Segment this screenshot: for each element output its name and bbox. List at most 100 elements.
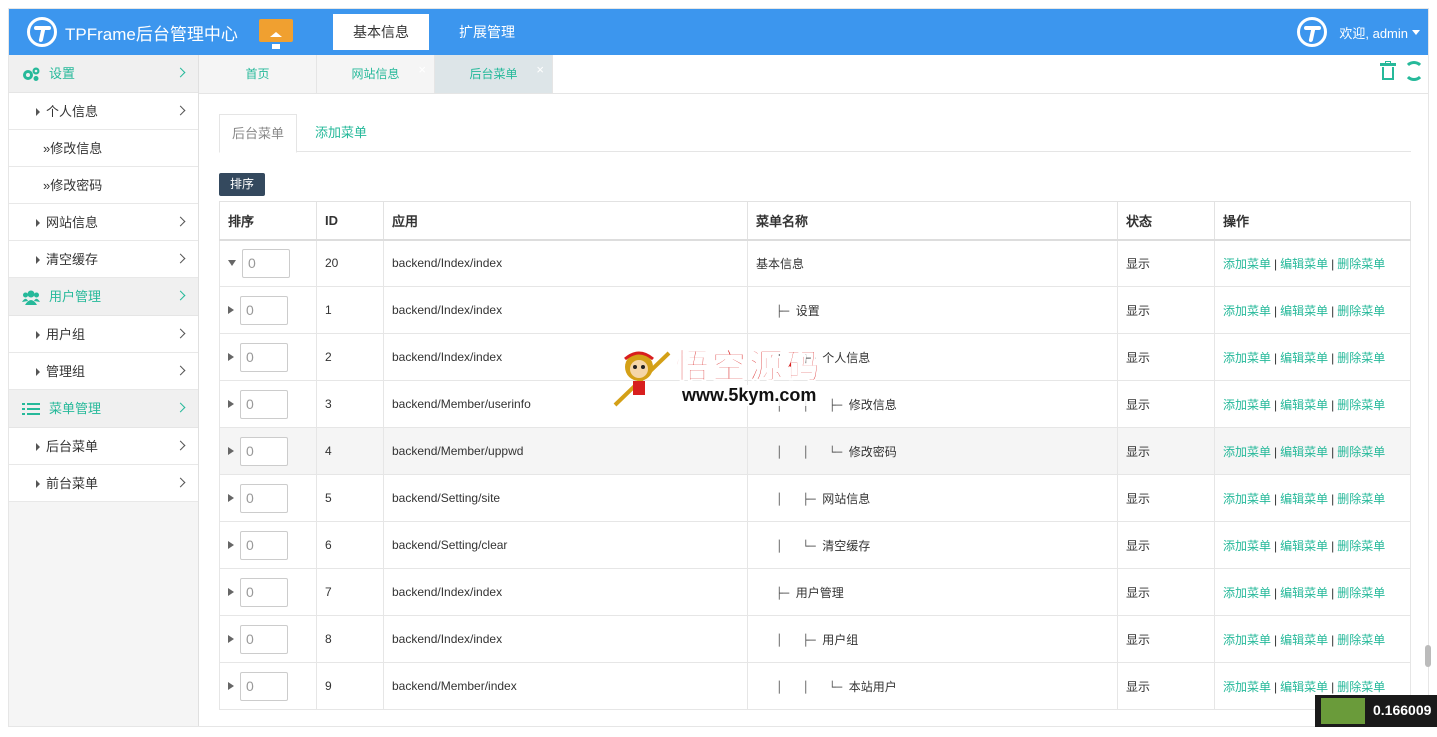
cell-status: 显示 (1117, 380, 1215, 428)
add-menu-link[interactable]: 添加菜单 (1223, 445, 1271, 459)
edit-menu-link[interactable]: 编辑菜单 (1280, 398, 1328, 412)
close-icon[interactable]: × (418, 51, 426, 89)
order-input[interactable]: 0 (240, 389, 288, 419)
edit-menu-link[interactable]: 编辑菜单 (1280, 351, 1328, 365)
brand[interactable]: TPFrame后台管理中心 (27, 17, 238, 47)
col-header-menu-name[interactable]: 菜单名称 (747, 201, 1118, 241)
watermark-url: www.5kym.com (679, 385, 820, 406)
order-input[interactable]: 0 (240, 530, 288, 560)
home-icon (270, 24, 282, 49)
add-menu-link[interactable]: 添加菜单 (1223, 398, 1271, 412)
sidebar-group[interactable]: 用户管理 (9, 278, 198, 316)
sidebar-item[interactable]: 用户组 (9, 316, 198, 353)
caret-right-icon[interactable] (228, 682, 234, 690)
chevron-right-icon (175, 365, 186, 376)
delete-menu-link[interactable]: 删除菜单 (1337, 445, 1385, 459)
close-icon[interactable]: × (536, 51, 544, 89)
sidebar-group[interactable]: 设置 (9, 55, 198, 93)
delete-menu-link[interactable]: 删除菜单 (1337, 680, 1385, 694)
col-header-status[interactable]: 状态 (1117, 201, 1215, 241)
order-input[interactable]: 0 (240, 436, 288, 466)
edit-menu-link[interactable]: 编辑菜单 (1280, 680, 1328, 694)
edit-menu-link[interactable]: 编辑菜单 (1280, 445, 1328, 459)
delete-menu-link[interactable]: 删除菜单 (1337, 398, 1385, 412)
caret-down-icon[interactable] (228, 260, 236, 267)
order-input[interactable]: 0 (240, 295, 288, 325)
sidebar-item[interactable]: 网站信息 (9, 204, 198, 241)
tab-admin-menu[interactable]: 后台菜单 (219, 114, 298, 153)
menu-name: 修改信息 (848, 397, 897, 412)
sort-button[interactable]: 排序 (219, 173, 266, 196)
cell-id: 3 (316, 380, 384, 428)
top-tab-basic-info[interactable]: 基本信息 (333, 14, 429, 50)
op-separator: | (1331, 350, 1335, 365)
delete-menu-link[interactable]: 删除菜单 (1337, 304, 1385, 318)
edit-menu-link[interactable]: 编辑菜单 (1280, 257, 1328, 271)
delete-menu-link[interactable]: 删除菜单 (1337, 633, 1385, 647)
sidebar-group[interactable]: 菜单管理 (9, 390, 198, 428)
col-header-order[interactable]: 排序 (219, 201, 317, 241)
order-input[interactable]: 0 (240, 671, 288, 701)
order-input[interactable]: 0 (240, 624, 288, 654)
add-menu-link[interactable]: 添加菜单 (1223, 257, 1271, 271)
order-input[interactable]: 0 (240, 342, 288, 372)
col-header-id[interactable]: ID (316, 201, 384, 241)
add-menu-link[interactable]: 添加菜单 (1223, 633, 1271, 647)
edit-menu-link[interactable]: 编辑菜单 (1280, 539, 1328, 553)
refresh-icon[interactable] (1404, 61, 1424, 81)
op-separator: | (1331, 256, 1335, 271)
tree-prefix: │ │ └─ (756, 445, 849, 459)
caret-right-icon[interactable] (228, 541, 234, 549)
chevron-right-icon (175, 440, 186, 451)
page-tab-admin-menu[interactable]: 后台菜单 × (435, 55, 553, 93)
sidebar-subitem[interactable]: »修改信息 (9, 130, 198, 167)
order-input[interactable]: 0 (240, 483, 288, 513)
add-menu-link[interactable]: 添加菜单 (1223, 680, 1271, 694)
op-separator: | (1331, 303, 1335, 318)
sidebar-item[interactable]: 清空缓存 (9, 241, 198, 278)
top-tab-extensions[interactable]: 扩展管理 (439, 14, 535, 50)
tab-add-menu[interactable]: 添加菜单 (303, 114, 379, 152)
delete-menu-link[interactable]: 删除菜单 (1337, 539, 1385, 553)
caret-right-icon[interactable] (228, 588, 234, 596)
delete-menu-link[interactable]: 删除菜单 (1337, 492, 1385, 506)
home-button[interactable] (259, 19, 293, 49)
add-menu-link[interactable]: 添加菜单 (1223, 351, 1271, 365)
add-menu-link[interactable]: 添加菜单 (1223, 304, 1271, 318)
col-header-ops[interactable]: 操作 (1214, 201, 1411, 241)
delete-menu-link[interactable]: 删除菜单 (1337, 351, 1385, 365)
page-tab-home[interactable]: 首页 (199, 55, 317, 93)
sidebar-item[interactable]: 前台菜单 (9, 465, 198, 502)
sidebar-subitem[interactable]: »修改密码 (9, 167, 198, 204)
trash-icon[interactable] (1380, 61, 1396, 81)
tree-prefix: │ └─ (756, 539, 823, 553)
caret-right-icon[interactable] (228, 400, 234, 408)
edit-menu-link[interactable]: 编辑菜单 (1280, 304, 1328, 318)
user-menu[interactable]: 欢迎, admin (1297, 17, 1420, 47)
caret-right-icon[interactable] (228, 494, 234, 502)
perf-badge[interactable]: 0.166009 (1315, 695, 1437, 727)
add-menu-link[interactable]: 添加菜单 (1223, 492, 1271, 506)
caret-right-icon[interactable] (228, 306, 234, 314)
order-input[interactable]: 0 (242, 248, 290, 278)
order-input[interactable]: 0 (240, 577, 288, 607)
tree-prefix: │ ├─ (756, 633, 823, 647)
caret-right-icon[interactable] (228, 635, 234, 643)
caret-right-icon[interactable] (228, 353, 234, 361)
scrollbar-handle[interactable] (1425, 645, 1431, 667)
add-menu-link[interactable]: 添加菜单 (1223, 539, 1271, 553)
delete-menu-link[interactable]: 删除菜单 (1337, 257, 1385, 271)
edit-menu-link[interactable]: 编辑菜单 (1280, 633, 1328, 647)
sidebar-group-label: 用户管理 (49, 289, 102, 304)
page-tab-site-info[interactable]: 网站信息 × (317, 55, 435, 93)
sidebar-item[interactable]: 管理组 (9, 353, 198, 390)
tree-prefix: │ ├─ (756, 492, 823, 506)
edit-menu-link[interactable]: 编辑菜单 (1280, 492, 1328, 506)
delete-menu-link[interactable]: 删除菜单 (1337, 586, 1385, 600)
edit-menu-link[interactable]: 编辑菜单 (1280, 586, 1328, 600)
sidebar-item[interactable]: 个人信息 (9, 93, 198, 130)
sidebar-item[interactable]: 后台菜单 (9, 428, 198, 465)
caret-right-icon[interactable] (228, 447, 234, 455)
add-menu-link[interactable]: 添加菜单 (1223, 586, 1271, 600)
col-header-app[interactable]: 应用 (383, 201, 748, 241)
